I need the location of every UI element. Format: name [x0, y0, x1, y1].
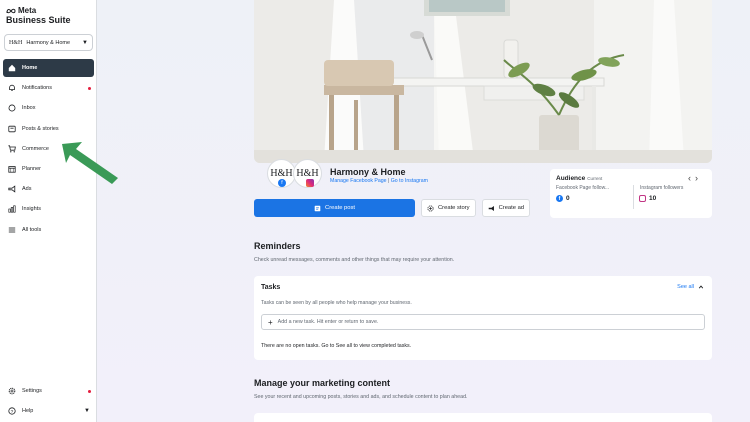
- instagram-icon: [306, 179, 314, 187]
- megaphone-icon: [8, 185, 16, 193]
- sidebar-item-label: Notifications: [22, 85, 52, 92]
- tasks-card: Tasks See all Tasks can be seen by all p…: [254, 276, 712, 360]
- caret-down-icon: ▼: [82, 39, 88, 46]
- create-story-label: Create story: [438, 205, 470, 211]
- chevron-right-icon[interactable]: ›: [695, 173, 702, 183]
- sidebar-item-home[interactable]: Home: [3, 59, 94, 77]
- sidebar-item-label: Help: [22, 408, 34, 414]
- create-post-button[interactable]: Create post: [254, 199, 415, 217]
- cover-photo: [254, 0, 712, 163]
- settings-dot: [88, 389, 91, 393]
- sidebar-item-insights[interactable]: Insights: [3, 200, 94, 218]
- meta-wordmark: Meta: [18, 6, 37, 15]
- sidebar-item-label: Planner: [22, 165, 41, 172]
- cover-photo-image: [254, 0, 712, 163]
- account-name: Harmony & Home: [26, 39, 71, 46]
- chat-icon: [8, 104, 16, 112]
- sidebar-item-all-tools[interactable]: All tools: [3, 221, 94, 239]
- home-icon: [8, 64, 16, 72]
- tasks-empty-message: There are no open tasks. Go to See all t…: [261, 343, 412, 349]
- story-icon: [427, 204, 434, 212]
- sidebar-item-settings[interactable]: Settings: [3, 382, 94, 400]
- see-all-label: See all: [677, 284, 694, 290]
- marketing-title: Manage your marketing content: [254, 378, 391, 388]
- business-suite-wordmark: Business Suite: [6, 15, 71, 25]
- calendar-icon: [8, 166, 16, 173]
- marketing-content-card: [254, 413, 712, 422]
- audience-title: Audience Current: [556, 175, 602, 182]
- sidebar-item-inbox[interactable]: Inbox: [3, 99, 94, 117]
- instagram-icon: [639, 195, 646, 202]
- facebook-followers-label: Facebook Page follow...: [556, 185, 610, 191]
- profile-avatars: H&H H&H f: [267, 159, 325, 191]
- sidebar-bottom-nav: Settings ? Help ▼: [3, 382, 94, 422]
- audience-pager: ‹›: [688, 173, 702, 183]
- notification-dot: [88, 86, 91, 90]
- facebook-followers-value: 0: [566, 195, 570, 202]
- main-content: H&H H&H f Harmony & Home Manage Facebook…: [97, 0, 750, 422]
- sidebar-item-notifications[interactable]: Notifications: [3, 79, 94, 97]
- caret-down-icon: ▼: [84, 408, 90, 414]
- sidebar-item-label: Inbox: [22, 105, 36, 112]
- megaphone-icon: [488, 205, 494, 211]
- gear-icon: [8, 387, 16, 395]
- facebook-icon: f: [556, 195, 563, 202]
- tasks-subtitle: Tasks can be seen by all people who help…: [261, 300, 412, 306]
- page-name: Harmony & Home: [330, 167, 406, 177]
- plus-icon: +: [268, 317, 273, 327]
- sidebar-item-label: Posts & stories: [22, 125, 59, 132]
- see-all-link[interactable]: See all: [677, 284, 704, 290]
- audience-subtitle: Current: [587, 176, 603, 181]
- compose-icon: [314, 205, 321, 211]
- create-ad-label: Create ad: [498, 205, 525, 211]
- manage-facebook-page-link[interactable]: Manage Facebook Page: [330, 178, 387, 184]
- create-actions: Create post Create story Create ad: [254, 199, 531, 217]
- sidebar-item-label: Commerce: [22, 145, 49, 152]
- create-ad-button[interactable]: Create ad: [481, 199, 531, 217]
- new-task-input[interactable]: + Add a new task. Hit enter or return to…: [261, 314, 705, 330]
- tasks-title: Tasks: [261, 284, 281, 291]
- sidebar-item-label: Settings: [22, 388, 42, 394]
- account-logo: H&H: [9, 39, 23, 46]
- svg-text:?: ?: [11, 409, 14, 415]
- bar-chart-icon: [8, 205, 16, 213]
- bell-icon: [9, 85, 15, 91]
- meta-logo-icon: [6, 8, 16, 13]
- cart-icon: [8, 145, 16, 153]
- posts-icon: [8, 125, 16, 132]
- facebook-followers-count: f 0: [556, 195, 570, 202]
- instagram-followers-value: 10: [649, 195, 657, 202]
- marketing-subtitle: See your recent and upcoming posts, stor…: [254, 394, 468, 400]
- facebook-icon: f: [278, 179, 286, 187]
- sidebar-item-label: Insights: [22, 206, 41, 213]
- audience-card: Audience Current ‹› Facebook Page follow.…: [550, 169, 712, 218]
- annotation-arrow-icon: [62, 142, 118, 184]
- sidebar-item-label: Home: [22, 65, 38, 71]
- audience-title-text: Audience: [556, 175, 586, 182]
- create-post-label: Create post: [325, 205, 355, 211]
- create-story-button[interactable]: Create story: [421, 199, 476, 217]
- page-links: Manage Facebook Page | Go to Instagram: [330, 178, 428, 184]
- go-to-instagram-link[interactable]: Go to Instagram: [391, 178, 428, 184]
- reminders-title: Reminders: [254, 241, 301, 251]
- sidebar: Meta Business Suite H&H Harmony & Home ▼…: [0, 0, 97, 422]
- sidebar-item-label: Ads: [22, 186, 32, 193]
- chevron-left-icon[interactable]: ‹: [688, 173, 695, 183]
- sidebar-item-label: All tools: [22, 226, 42, 233]
- chevron-up-icon: [698, 285, 704, 289]
- instagram-followers-count: 10: [639, 195, 656, 202]
- reminders-subtitle: Check unread messages, comments and othe…: [254, 257, 455, 263]
- meta-business-suite-logo[interactable]: Meta Business Suite: [6, 6, 91, 25]
- new-task-placeholder: Add a new task. Hit enter or return to s…: [277, 319, 379, 325]
- sidebar-item-help[interactable]: ? Help ▼: [3, 402, 94, 420]
- menu-icon: [8, 227, 16, 232]
- sidebar-item-posts-stories[interactable]: Posts & stories: [3, 120, 94, 138]
- account-switcher[interactable]: H&H Harmony & Home ▼: [4, 34, 93, 51]
- help-icon: ?: [8, 407, 16, 415]
